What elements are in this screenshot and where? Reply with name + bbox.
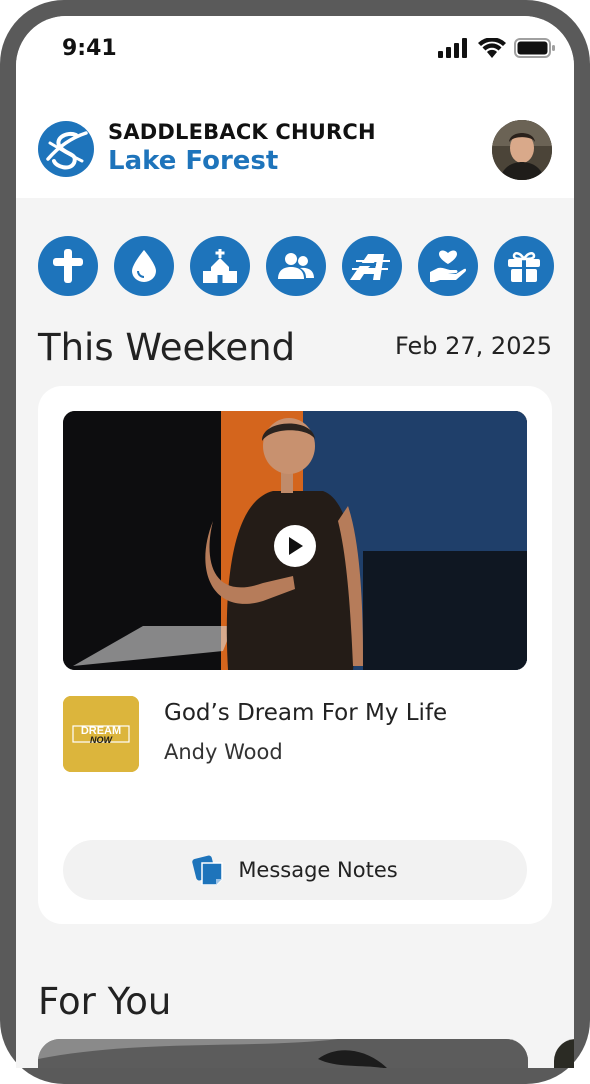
stripe-button[interactable]	[342, 236, 402, 296]
message-notes-label: Message Notes	[238, 858, 398, 882]
for-you-title: For You	[38, 980, 172, 1023]
sermon-speaker: Andy Wood	[164, 740, 283, 764]
church-name: SADDLEBACK CHURCH	[108, 120, 376, 144]
app-screen: 9:41 SADDLEBACK CHURCH Lake Forest This …	[16, 16, 574, 1068]
water-drop-icon	[132, 250, 156, 282]
wifi-icon	[478, 38, 506, 58]
notes-icon	[192, 855, 224, 885]
battery-icon	[514, 38, 555, 58]
group-icon	[278, 253, 314, 279]
give-button[interactable]	[494, 236, 554, 296]
saddleback-logo[interactable]	[38, 121, 94, 177]
status-time: 9:41	[62, 36, 117, 61]
cross-icon	[53, 249, 83, 283]
sermon-video[interactable]	[63, 411, 527, 670]
church-icon	[203, 249, 237, 283]
for-you-card-next[interactable]	[554, 1039, 574, 1068]
header: SADDLEBACK CHURCH Lake Forest	[16, 88, 574, 198]
svg-text:NOW: NOW	[90, 735, 114, 745]
status-icons	[438, 38, 556, 58]
phone-frame: 9:41 SADDLEBACK CHURCH Lake Forest This …	[0, 0, 590, 1084]
campus-name[interactable]: Lake Forest	[108, 146, 278, 176]
this-weekend-title: This Weekend	[38, 326, 296, 369]
gift-icon	[508, 252, 540, 282]
quick-actions	[38, 236, 554, 296]
for-you-card[interactable]	[38, 1039, 528, 1068]
weekend-date: Feb 27, 2025	[395, 332, 552, 360]
play-icon	[289, 537, 303, 555]
message-notes-button[interactable]: Message Notes	[63, 840, 527, 900]
weekend-message-card[interactable]: DREAM NOW God’s Dream For My Life Andy W…	[38, 386, 552, 924]
play-button[interactable]	[274, 525, 316, 567]
baptism-button[interactable]	[114, 236, 174, 296]
stripe-a-icon	[350, 254, 390, 280]
sermon-title[interactable]: God’s Dream For My Life	[164, 700, 447, 726]
series-artwork: DREAM NOW	[63, 696, 139, 772]
user-avatar[interactable]	[492, 120, 552, 180]
cross-button[interactable]	[38, 236, 98, 296]
serve-button[interactable]	[418, 236, 478, 296]
heart-hand-icon	[430, 250, 466, 282]
status-bar: 9:41	[16, 16, 574, 88]
cellular-signal-icon	[438, 38, 467, 58]
groups-button[interactable]	[266, 236, 326, 296]
church-button[interactable]	[190, 236, 250, 296]
